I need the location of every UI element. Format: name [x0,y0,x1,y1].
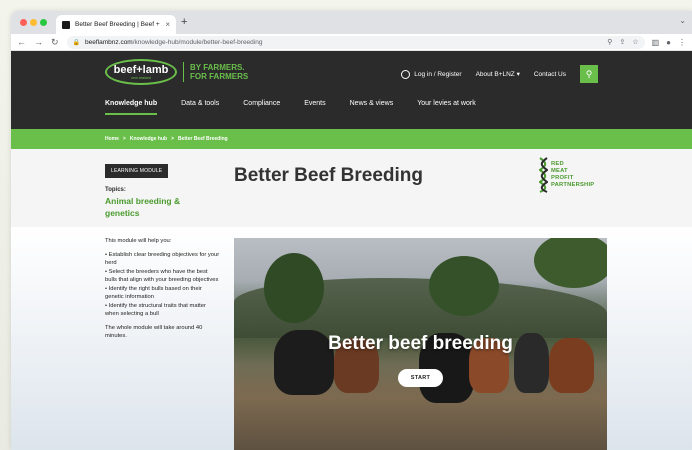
module-description: This module will help you: • Establish c… [105,237,220,346]
address-bar: ← → ↻ 🔒 beeflambnz.com/knowledge-hub/mod… [11,34,692,51]
new-tab-button[interactable]: + [181,16,187,28]
login-link[interactable]: Log in / Register [401,69,462,79]
module-video-hero[interactable]: Better beef breeding START [234,238,607,450]
browser-menu-icon[interactable]: ⋮ [678,38,686,47]
topics-label: Topics: [105,187,126,193]
video-title: Better beef breeding [328,333,513,354]
breadcrumb-knowledge-hub[interactable]: Knowledge hub [130,136,167,142]
page-title: Better Beef Breeding [234,165,423,186]
module-type-badge: LEARNING MODULE [105,164,169,178]
tab-title: Better Beef Breeding | Beef + L [75,21,162,28]
objective-item: • Establish clear breeding objectives fo… [105,251,220,267]
partner-line: MEAT [551,168,568,174]
nav-events[interactable]: Events [304,100,325,115]
site-header: beef+lamb new zealand BY FARMERS. FOR FA… [11,51,692,129]
share-icon[interactable]: ⇪ [619,38,625,46]
logo-subtext: new zealand [131,75,151,80]
partner-line: PROFIT [551,175,574,181]
url-host: beeflambnz.com [85,38,133,46]
start-button[interactable]: START [398,369,443,387]
login-label: Log in / Register [414,70,462,78]
tagline-line1: BY FARMERS. [190,63,245,72]
bookmark-star-icon[interactable]: ☆ [632,38,638,46]
tree-shape [264,253,324,323]
page-intro: LEARNING MODULE Topics: Animal breeding … [11,149,692,227]
breadcrumb-current: Better Beef Breeding [177,136,228,142]
chevron-down-icon: ▾ [516,71,520,78]
tree-shape [534,238,607,288]
module-intro-text: This module will help you: [105,238,172,244]
logo-text: beef+lamb [113,63,169,76]
objective-item: • Identify the right bulls based on thei… [105,285,202,301]
tree-shape [429,256,499,316]
main-nav: Knowledge hub Data & tools Compliance Ev… [105,100,476,115]
tab-search-icon[interactable]: ⌄ [679,16,686,25]
contact-link[interactable]: Contact Us [534,71,566,78]
url-input[interactable]: 🔒 beeflambnz.com/knowledge-hub/module/be… [66,35,645,49]
partner-line: RED [551,161,564,167]
back-icon[interactable]: ← [17,37,26,47]
maximize-window-button[interactable] [40,19,47,26]
tagline: BY FARMERS. FOR FARMERS [190,63,248,81]
breadcrumb-separator: > [171,136,174,142]
search-icon: ⚲ [585,68,593,79]
top-links: Log in / Register About B+LNZ ▾ Contact … [401,65,598,83]
breadcrumb-separator: > [122,136,126,142]
topic-link[interactable]: Animal breeding & genetics [105,195,195,219]
site-logo[interactable]: beef+lamb new zealand BY FARMERS. FOR FA… [105,59,248,85]
url-path: /knowledge-hub/module/better-beef-breedi… [132,38,263,46]
nav-levies[interactable]: Your levies at work [417,100,476,115]
module-duration: The whole module will take around 40 min… [105,324,203,340]
lock-icon: 🔒 [72,39,81,46]
partner-line: PARTNERSHIP [551,182,595,188]
browser-tab[interactable]: Better Beef Breeding | Beef + L × [56,15,176,34]
tab-close-icon[interactable]: × [165,20,170,29]
zoom-icon[interactable]: ⚲ [607,38,612,46]
forward-icon[interactable]: → [34,37,43,47]
objective-item: • Select the breeders who have the best … [105,268,219,284]
about-label: About B+LNZ [475,71,515,78]
search-button[interactable]: ⚲ [580,65,598,83]
logo-divider [183,62,184,82]
profile-icon[interactable]: ● [666,38,671,47]
breadcrumb: Home > Knowledge hub > Better Beef Breed… [11,129,692,149]
nav-knowledge-hub[interactable]: Knowledge hub [105,100,158,115]
about-menu[interactable]: About B+LNZ ▾ [476,70,520,78]
helix-icon [539,157,548,193]
site-favicon-icon [62,20,70,29]
nav-news-views[interactable]: News & views [350,100,394,115]
logo-oval: beef+lamb new zealand [105,59,177,85]
objective-item: • Identify the structural traits that ma… [105,302,206,318]
minimize-window-button[interactable] [30,19,37,26]
user-icon [401,69,411,79]
module-content: This module will help you: • Establish c… [11,227,692,450]
browser-window: Better Beef Breeding | Beef + L × + ⌄ ← … [11,11,692,450]
partner-logo: RED MEAT PROFIT PARTNERSHIP [539,157,594,193]
reload-icon[interactable]: ↻ [51,37,59,48]
nav-data-tools[interactable]: Data & tools [181,100,219,115]
tagline-line2: FOR FARMERS [190,72,249,81]
nav-compliance[interactable]: Compliance [243,100,280,115]
tab-bar: Better Beef Breeding | Beef + L × + ⌄ [11,11,692,34]
sidepanel-icon[interactable]: ▥ [652,38,660,47]
breadcrumb-home[interactable]: Home [105,136,119,142]
close-window-button[interactable] [20,19,27,26]
partner-logo-text: RED MEAT PROFIT PARTNERSHIP [551,161,594,189]
